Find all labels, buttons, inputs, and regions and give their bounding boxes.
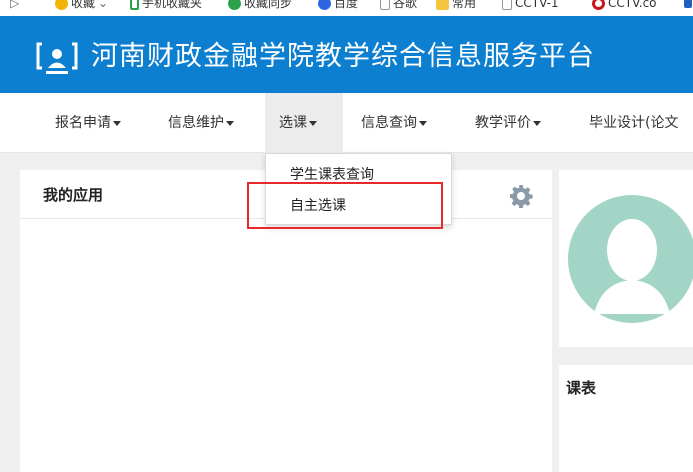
- nav-item-teaching-evaluation[interactable]: 教学评价: [471, 93, 545, 153]
- nav-item-apply[interactable]: 报名申请: [51, 93, 125, 153]
- my-apps-title: 我的应用: [43, 186, 104, 204]
- bookmark-common[interactable]: 常用: [436, 0, 476, 11]
- bookmarks-bar: ▷ 收藏 ⌄ 手机收藏夹 收藏同步 百度 谷歌 常用 CCTV-1 CCTV.c…: [0, 0, 693, 16]
- star-folder-icon: [55, 0, 68, 10]
- chevron-down-icon: ⌄: [98, 0, 109, 10]
- schedule-title: 课表: [566, 379, 597, 397]
- bookmark-mobile[interactable]: 手机收藏夹: [130, 0, 202, 11]
- caret-down-icon: [226, 120, 234, 126]
- bookmark-cctv1[interactable]: CCTV-1: [502, 0, 559, 11]
- caret-down-icon: [419, 120, 427, 126]
- highlight-box: [247, 182, 443, 229]
- phone-icon: [130, 0, 139, 10]
- page-icon: [380, 0, 390, 10]
- caret-down-icon: [533, 120, 541, 126]
- bookmark-favorites[interactable]: 收藏 ⌄: [55, 0, 108, 11]
- avatar: [568, 195, 693, 323]
- page-icon: [502, 0, 512, 10]
- nav-item-info-query[interactable]: 信息查询: [357, 93, 431, 153]
- nav-item-course-selection[interactable]: 选课: [265, 93, 343, 153]
- monitor-user-icon: [36, 42, 78, 74]
- main-nav: 报名申请 信息维护 选课 信息查询 教学评价 毕业设计(论文: [0, 93, 693, 153]
- nav-item-info-maintenance[interactable]: 信息维护: [164, 93, 238, 153]
- page-title: 河南财政金融学院教学综合信息服务平台: [91, 41, 595, 72]
- folder-icon: [436, 0, 449, 10]
- bookmark-cctv-co[interactable]: CCTV.co: [592, 0, 657, 11]
- bookmark-more-icon[interactable]: [684, 0, 692, 8]
- schedule-panel: 课表: [559, 365, 693, 472]
- bookmark-sync[interactable]: 收藏同步: [228, 0, 292, 11]
- cctv-icon: [592, 0, 605, 10]
- nav-item-graduation-design[interactable]: 毕业设计(论文: [585, 93, 682, 153]
- sync-icon: [228, 0, 241, 10]
- caret-down-icon: [309, 120, 317, 126]
- gear-icon[interactable]: [509, 184, 533, 208]
- profile-panel: [559, 170, 693, 347]
- bookmark-baidu[interactable]: 百度: [318, 0, 358, 11]
- header-bar: 河南财政金融学院教学综合信息服务平台: [0, 16, 693, 93]
- bookmark-google[interactable]: 谷歌: [380, 0, 417, 11]
- caret-down-icon: [113, 120, 121, 126]
- bookmarks-expand-icon[interactable]: ▷: [10, 0, 19, 11]
- paw-icon: [318, 0, 331, 10]
